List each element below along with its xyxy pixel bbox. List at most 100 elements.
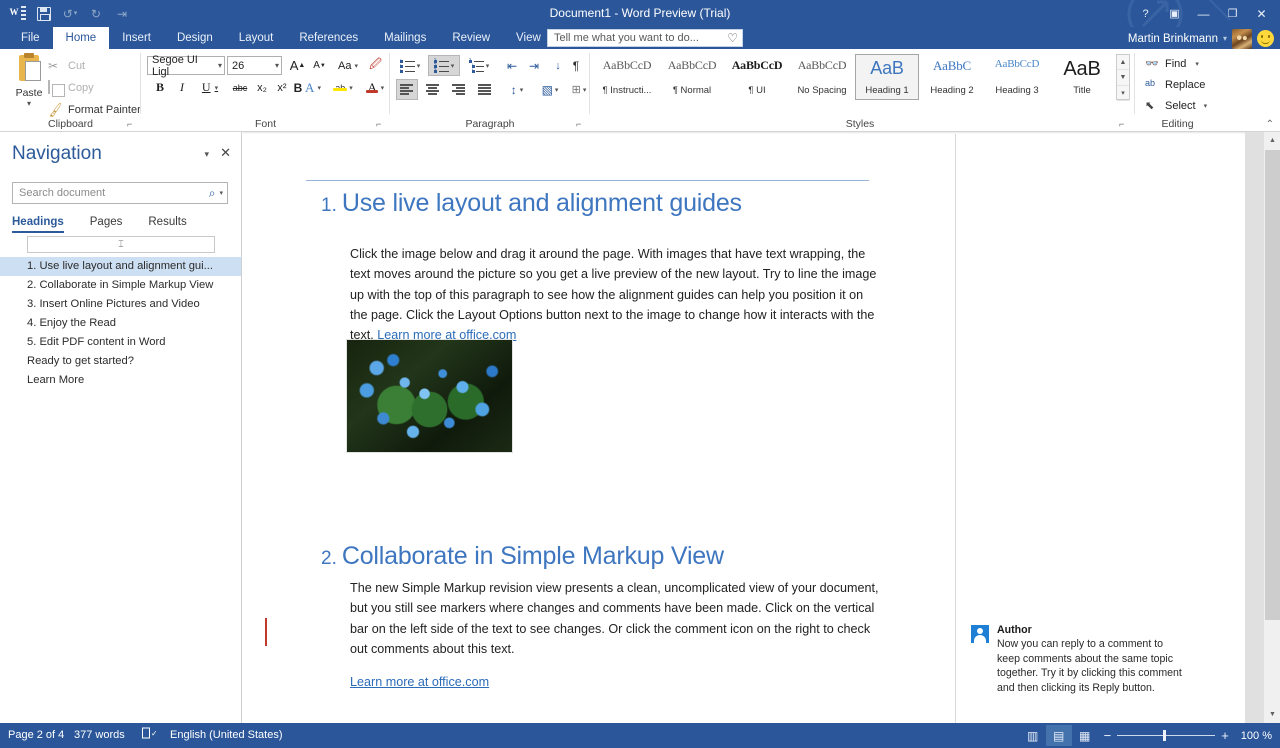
section-1-body[interactable]: Click the image below and drag it around… — [350, 244, 880, 345]
bold-button-main[interactable]: B — [151, 77, 169, 98]
chevron-down-icon[interactable]: ▾ — [215, 84, 219, 92]
vertical-scrollbar[interactable]: ▲ ▼ — [1263, 132, 1280, 723]
chevron-down-icon[interactable]: ▾ — [349, 84, 353, 92]
scroll-down-icon[interactable]: ▼ — [1264, 706, 1280, 723]
chevron-down-icon[interactable]: ▾ — [1195, 60, 1199, 68]
nav-heading-item-6[interactable]: Ready to get started? — [0, 352, 241, 371]
tell-me-search[interactable]: Tell me what you want to do... ♡ — [547, 29, 743, 47]
document-area[interactable]: 1. Use live layout and alignment guides … — [243, 132, 1280, 723]
nav-heading-item-2[interactable]: 2. Collaborate in Simple Markup View — [0, 276, 241, 295]
strikethrough-button[interactable]: abc — [229, 77, 251, 98]
nav-tab-pages[interactable]: Pages — [90, 216, 123, 233]
section-2-link-line[interactable]: Learn more at office.com — [350, 672, 880, 692]
zoom-control[interactable]: − + 100 % — [1104, 728, 1272, 743]
find-button[interactable]: 👓 Find ▾ — [1145, 55, 1199, 73]
navigation-options-icon[interactable]: ▾ — [204, 149, 209, 160]
clear-formatting-button[interactable]: 🖉 — [365, 55, 386, 76]
nav-heading-item-7[interactable]: Learn More — [0, 371, 241, 390]
navigation-search-input[interactable]: Search document ⌕ ▾ — [12, 182, 228, 204]
chevron-down-icon[interactable]: ▾ — [520, 86, 524, 94]
smiley-icon[interactable] — [1257, 30, 1274, 47]
chevron-down-icon[interactable]: ▾ — [486, 62, 490, 70]
chevron-down-icon[interactable]: ▾ — [8, 99, 50, 108]
section-2-link[interactable]: Learn more at office.com — [350, 675, 489, 689]
shading-button[interactable]: ▧ ▾ — [536, 79, 564, 100]
close-button[interactable]: ✕ — [1247, 0, 1276, 27]
clipboard-dialog-launcher[interactable]: ⌐ — [127, 119, 137, 129]
select-button[interactable]: ⬉ Select ▾ — [1145, 97, 1207, 115]
read-mode-button[interactable]: ▥ — [1020, 725, 1046, 746]
font-dialog-launcher[interactable]: ⌐ — [376, 119, 386, 129]
change-case-button[interactable]: Aa ▾ — [333, 55, 363, 76]
nav-heading-item-1[interactable]: 1. Use live layout and alignment gui... — [0, 257, 241, 276]
revision-bar[interactable] — [265, 618, 267, 646]
styles-scroll-down-icon[interactable]: ▼ — [1117, 70, 1129, 85]
styles-more-icon[interactable]: ▾ — [1117, 86, 1129, 101]
cut-button[interactable]: ✂ Cut — [48, 57, 85, 75]
language-indicator[interactable]: English (United States) — [170, 723, 283, 748]
chevron-down-icon[interactable]: ▾ — [215, 61, 222, 70]
section-1-heading[interactable]: 1. Use live layout and alignment guides — [321, 189, 881, 218]
align-right-button[interactable] — [448, 79, 470, 100]
style-item-title[interactable]: AaB Title — [1050, 54, 1114, 100]
collapse-ribbon-button[interactable]: ⌃ — [1266, 119, 1274, 130]
chevron-down-icon[interactable]: ▾ — [272, 61, 279, 70]
style-item-ui[interactable]: AaBbCcD ¶ UI — [725, 54, 789, 100]
nav-heading-item-4[interactable]: 4. Enjoy the Read — [0, 314, 241, 333]
style-item-heading-1[interactable]: AaB Heading 1 — [855, 54, 919, 100]
chevron-down-icon[interactable]: ▾ — [1223, 34, 1227, 43]
flowers-image[interactable] — [346, 339, 513, 453]
zoom-slider[interactable] — [1117, 735, 1215, 736]
styles-scroll-up-icon[interactable]: ▲ — [1117, 55, 1129, 70]
font-name-input[interactable]: Segoe UI Ligl ▾ — [147, 56, 225, 75]
font-color-button[interactable]: A ▾ — [361, 77, 391, 98]
zoom-level[interactable]: 100 % — [1241, 730, 1272, 742]
copy-button[interactable]: Copy — [48, 79, 94, 97]
print-layout-button[interactable]: ▤ — [1046, 725, 1072, 746]
nav-tab-results[interactable]: Results — [148, 216, 186, 233]
chevron-down-icon[interactable]: ▾ — [317, 84, 321, 92]
font-size-input[interactable]: 26 ▾ — [227, 56, 282, 75]
nav-heading-item-3[interactable]: 3. Insert Online Pictures and Video — [0, 295, 241, 314]
chevron-down-icon[interactable]: ▾ — [555, 86, 559, 94]
paste-button[interactable]: Paste ▾ — [8, 53, 50, 108]
tab-references[interactable]: References — [286, 27, 371, 49]
highlight-button[interactable]: ab ▾ — [329, 77, 359, 98]
tab-file[interactable]: File — [8, 27, 53, 49]
justify-button[interactable] — [474, 79, 496, 100]
replace-button[interactable]: ab Replace — [1145, 76, 1205, 94]
chevron-down-icon[interactable]: ▾ — [219, 189, 223, 197]
style-item-instructional[interactable]: AaBbCcD ¶ Instructi... — [595, 54, 659, 100]
chevron-down-icon[interactable]: ▾ — [354, 62, 358, 70]
search-icon[interactable]: ⌕ — [209, 186, 216, 201]
scrollbar-thumb[interactable] — [1265, 150, 1280, 620]
comment-card[interactable]: Author Now you can reply to a comment to… — [971, 624, 1191, 704]
zoom-out-button[interactable]: − — [1104, 728, 1112, 743]
help-button[interactable]: ? — [1131, 0, 1160, 27]
align-center-button[interactable] — [422, 79, 444, 100]
tab-design[interactable]: Design — [164, 27, 226, 49]
style-item-no-spacing[interactable]: AaBbCcD No Spacing — [790, 54, 854, 100]
ribbon-display-options-icon[interactable]: ▣ — [1160, 0, 1189, 27]
tab-insert[interactable]: Insert — [109, 27, 164, 49]
navigation-top-entry[interactable]: ⌶ — [27, 236, 215, 253]
multilevel-list-button[interactable]: 1ii ▾ — [464, 55, 494, 76]
minimize-button[interactable]: — — [1189, 0, 1218, 27]
navigation-close-icon[interactable]: ✕ — [220, 145, 231, 161]
avatar[interactable] — [1232, 29, 1252, 49]
numbering-button[interactable]: 123 ▾ — [428, 55, 460, 76]
zoom-slider-knob[interactable] — [1163, 730, 1166, 741]
line-spacing-button[interactable]: ↕ ▾ — [502, 79, 532, 100]
page-indicator[interactable]: Page 2 of 4 — [8, 723, 64, 748]
subscript-button[interactable]: x₂ — [253, 77, 271, 98]
shrink-font-button[interactable]: A▼ — [309, 55, 330, 76]
chevron-down-icon[interactable]: ▾ — [417, 62, 421, 70]
grow-font-button[interactable]: A▲ — [287, 55, 308, 76]
styles-gallery-scroll[interactable]: ▲ ▼ ▾ — [1116, 54, 1130, 100]
restore-button[interactable]: ❐ — [1218, 0, 1247, 27]
tab-layout[interactable]: Layout — [226, 27, 287, 49]
chevron-down-icon[interactable]: ▾ — [583, 86, 587, 94]
paragraph-dialog-launcher[interactable]: ⌐ — [576, 119, 586, 129]
text-effects-button[interactable]: A ▾ — [299, 77, 327, 98]
tab-review[interactable]: Review — [439, 27, 503, 49]
